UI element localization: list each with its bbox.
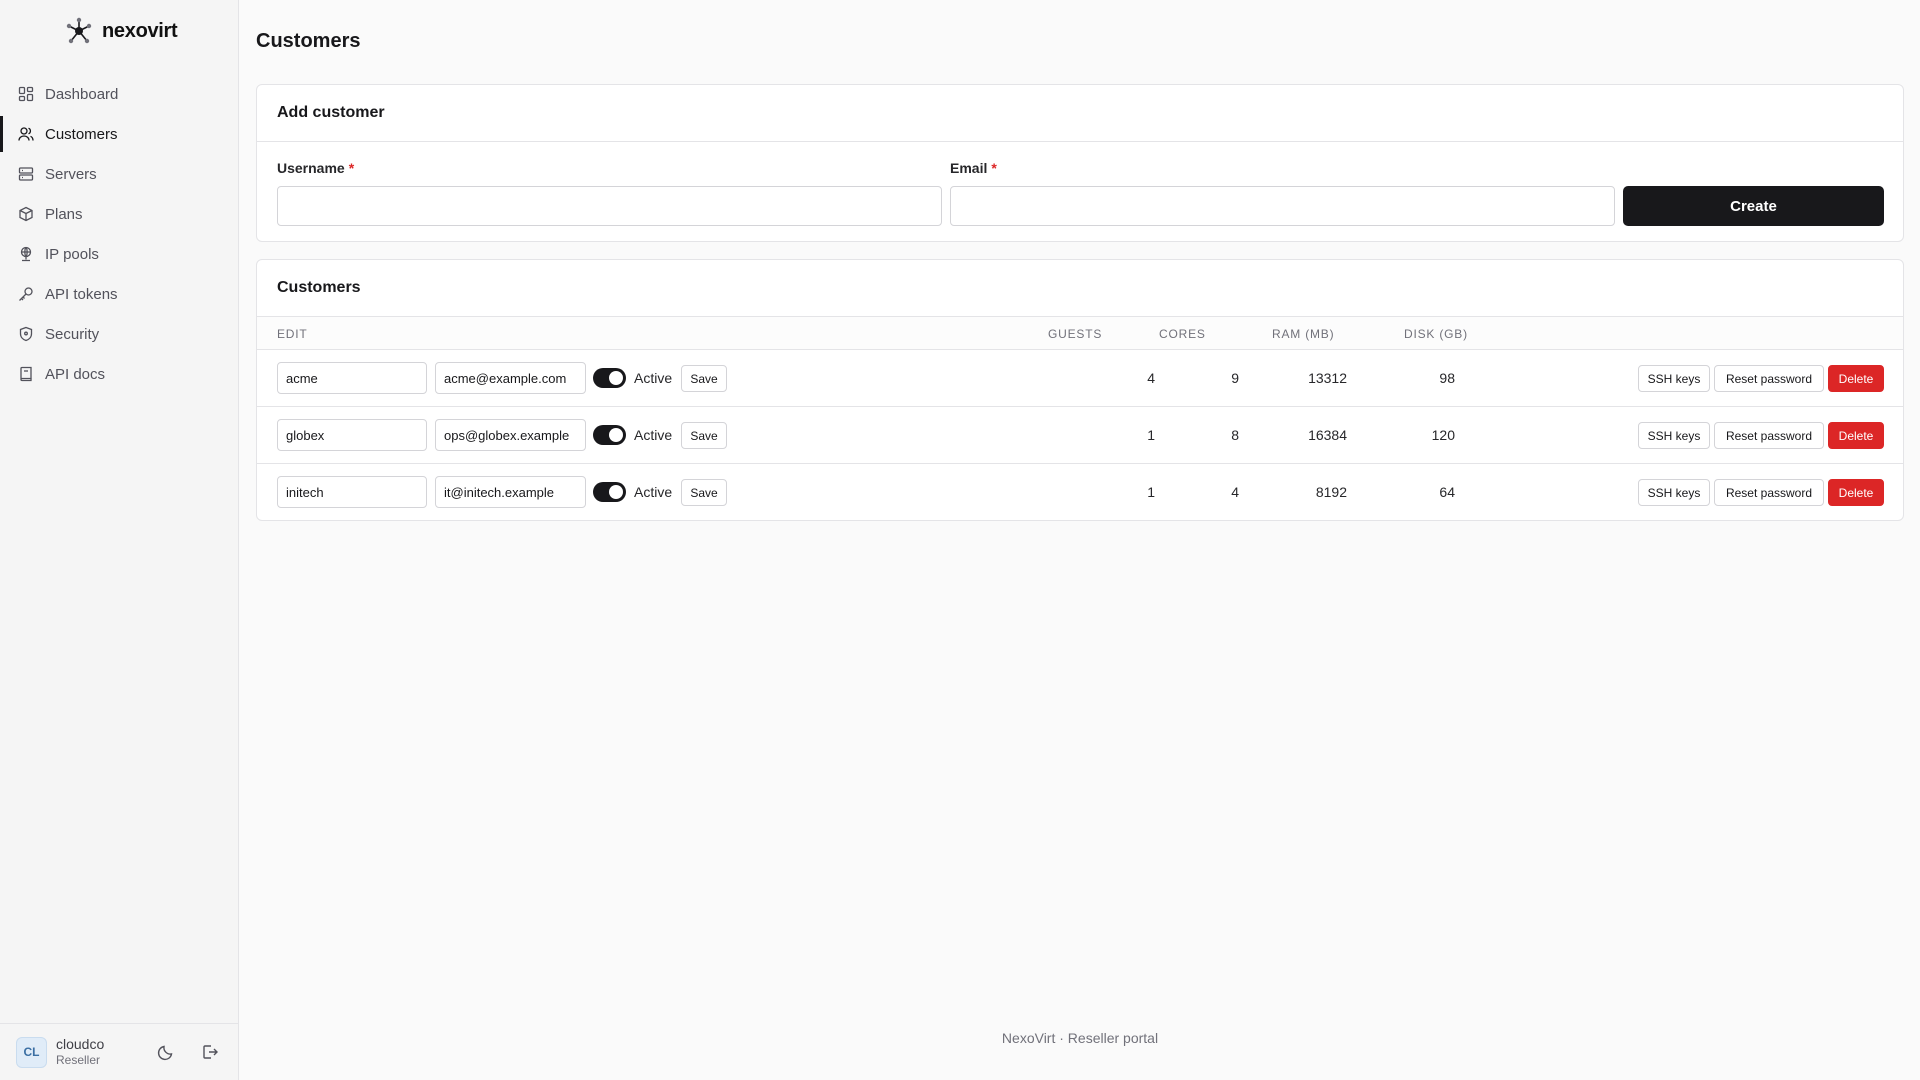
status-label: Active xyxy=(634,427,673,443)
box-icon xyxy=(19,206,33,222)
email-label-text: Email xyxy=(950,160,988,176)
shield-icon xyxy=(19,326,33,342)
header-edit: EDIT xyxy=(277,327,308,341)
logo-icon xyxy=(66,17,92,44)
ram-value: 8192 xyxy=(1315,484,1347,500)
logout-icon[interactable] xyxy=(201,1043,219,1061)
email-label: Email * xyxy=(950,160,997,176)
sidebar-item-customers[interactable]: Customers xyxy=(0,114,238,154)
status-label: Active xyxy=(634,370,673,386)
add-customer-card: Add customer Username * Email * Create xyxy=(256,84,1904,242)
header-cores: CORES xyxy=(1159,327,1206,341)
sidebar-item-api-docs[interactable]: API docs xyxy=(0,354,238,394)
delete-button[interactable]: Delete xyxy=(1828,422,1884,449)
reset-password-button[interactable]: Reset password xyxy=(1714,479,1824,506)
add-customer-title: Add customer xyxy=(257,85,1903,142)
sidebar-item-label: Servers xyxy=(45,165,97,183)
sidebar-item-label: Plans xyxy=(45,205,83,223)
delete-button[interactable]: Delete xyxy=(1828,479,1884,506)
brand[interactable]: nexovirt xyxy=(64,14,178,48)
username-field[interactable] xyxy=(277,476,427,508)
ssh-keys-button[interactable]: SSH keys xyxy=(1638,422,1710,449)
ram-value: 16384 xyxy=(1308,427,1347,443)
username-label-text: Username xyxy=(277,160,345,176)
delete-button[interactable]: Delete xyxy=(1828,365,1884,392)
table-row: Active Save 1 4 8192 64 SSH keys Reset p… xyxy=(257,464,1903,521)
sidebar-item-dashboard[interactable]: Dashboard xyxy=(0,74,238,114)
save-button[interactable]: Save xyxy=(681,422,727,449)
server-icon xyxy=(18,167,34,181)
sidebar-item-security[interactable]: Security xyxy=(0,314,238,354)
book-icon xyxy=(20,366,32,382)
email-field[interactable] xyxy=(435,419,586,451)
moon-icon[interactable] xyxy=(157,1043,175,1061)
ram-value: 13312 xyxy=(1308,370,1347,386)
username-field[interactable] xyxy=(277,419,427,451)
sidebar-item-servers[interactable]: Servers xyxy=(0,154,238,194)
required-mark: * xyxy=(348,160,355,176)
active-toggle[interactable] xyxy=(593,425,626,445)
user-meta: cloudco Reseller xyxy=(56,1036,104,1068)
sidebar-item-label: API tokens xyxy=(45,285,118,303)
ssh-keys-button[interactable]: SSH keys xyxy=(1638,479,1710,506)
disk-value: 98 xyxy=(1439,370,1455,386)
email-field[interactable] xyxy=(435,476,586,508)
sidebar-item-label: Dashboard xyxy=(45,85,119,103)
table-row: Active Save 4 9 13312 98 SSH keys Reset … xyxy=(257,350,1903,407)
network-icon xyxy=(20,246,32,262)
username-field[interactable] xyxy=(277,362,427,394)
create-button[interactable]: Create xyxy=(1623,186,1884,226)
header-disk: DISK (GB) xyxy=(1404,327,1468,341)
header-ram: RAM (MB) xyxy=(1272,327,1335,341)
ssh-keys-button[interactable]: SSH keys xyxy=(1638,365,1710,392)
username-input[interactable] xyxy=(277,186,942,226)
dashboard-icon xyxy=(18,86,34,102)
user-role: Reseller xyxy=(56,1053,101,1067)
header-guests: GUESTS xyxy=(1048,327,1103,341)
page-title: Customers xyxy=(256,30,361,52)
user-name: cloudco xyxy=(56,1036,105,1052)
table-header: EDIT GUESTS CORES RAM (MB) DISK (GB) xyxy=(257,317,1903,350)
cores-value: 8 xyxy=(1231,427,1239,443)
table-row: Active Save 1 8 16384 120 SSH keys Reset… xyxy=(257,407,1903,464)
key-icon xyxy=(19,287,33,301)
email-input[interactable] xyxy=(950,186,1615,226)
brand-name: nexovirt xyxy=(102,19,178,42)
required-mark: * xyxy=(991,160,997,176)
customers-card: Customers EDIT GUESTS CORES RAM (MB) DIS… xyxy=(256,259,1904,521)
footer: NexoVirt · Reseller portal xyxy=(1001,1030,1159,1046)
sidebar-item-ip-pools[interactable]: IP pools xyxy=(0,234,238,274)
username-label: Username * xyxy=(277,160,354,176)
sidebar-nav: Dashboard Customers Servers Plans IP poo… xyxy=(0,74,238,394)
sidebar-item-label: API docs xyxy=(45,365,106,383)
avatar[interactable]: CL xyxy=(16,1036,47,1068)
users-icon xyxy=(18,127,34,141)
cores-value: 9 xyxy=(1231,370,1239,386)
active-toggle[interactable] xyxy=(593,368,626,388)
reset-password-button[interactable]: Reset password xyxy=(1714,422,1824,449)
sidebar-item-label: Security xyxy=(45,325,100,343)
disk-value: 64 xyxy=(1439,484,1455,500)
active-toggle[interactable] xyxy=(593,482,626,502)
sidebar-item-label: Customers xyxy=(45,125,118,143)
save-button[interactable]: Save xyxy=(681,365,727,392)
sidebar: nexovirt Dashboard Customers Servers Pla… xyxy=(0,0,239,1080)
status-label: Active xyxy=(634,484,673,500)
reset-password-button[interactable]: Reset password xyxy=(1714,365,1824,392)
save-button[interactable]: Save xyxy=(681,479,727,506)
cores-value: 4 xyxy=(1231,484,1239,500)
sidebar-item-label: IP pools xyxy=(45,245,99,263)
email-field[interactable] xyxy=(435,362,586,394)
sidebar-item-plans[interactable]: Plans xyxy=(0,194,238,234)
user-bar: CL cloudco Reseller xyxy=(0,1023,238,1080)
disk-value: 120 xyxy=(1431,427,1455,443)
customers-table-title: Customers xyxy=(257,260,1903,317)
sidebar-item-api-tokens[interactable]: API tokens xyxy=(0,274,238,314)
